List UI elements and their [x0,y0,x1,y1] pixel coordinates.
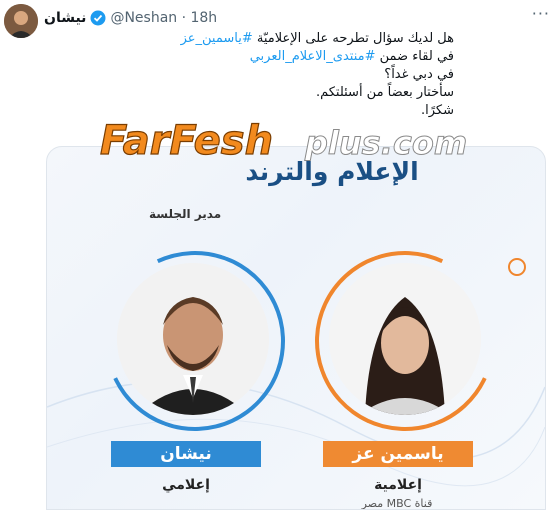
tweet-line: في دبي غداً؟ [384,67,454,82]
verified-badge-icon [90,10,106,26]
watermark-suffix: plus.com [304,124,467,162]
speaker-subrole-right: قناة MBC مصر [361,497,433,510]
tweet-line: في لقاء ضمن #منتدى_الاعلام_العربي [249,49,454,64]
tweet-line: هل لديك سؤال تطرحه على الإعلاميّة #ياسمي… [180,31,454,46]
tweet-media-image[interactable]: الإعلام والترند مدير الجلسة نيشان ياسمين… [46,146,546,510]
speaker-role-right: إعلامية [374,477,422,493]
tweet-header: نيشان @Neshan · 18h [44,8,217,28]
speaker-photo-yasmine [329,263,481,415]
author-handle-time[interactable]: @Neshan · 18h [110,10,217,26]
watermark-brand: FarFesh [100,118,273,162]
speaker-role-left: إعلامي [162,477,210,493]
tweet[interactable]: نيشان @Neshan · 18h ··· هل لديك سؤال تطر… [0,0,560,510]
hashtag-link[interactable]: #ياسمين_عز [181,31,253,46]
tweet-line: سأختار بعضاً من أسئلتكم. [315,85,454,100]
farfesh-watermark-logo: FarFesh plus.com [100,117,468,162]
speaker-name-right: ياسمين عز [323,441,473,467]
author-avatar[interactable] [4,4,38,38]
tweet-text: هل لديك سؤال تطرحه على الإعلاميّة #ياسمي… [114,30,454,120]
author-name[interactable]: نيشان [44,10,86,26]
more-dots-icon[interactable]: ··· [532,4,550,23]
speaker-photo-neshan [117,263,269,415]
speaker-name-left: نيشان [111,441,261,467]
hashtag-link[interactable]: #منتدى_الاعلام_العربي [250,49,376,64]
